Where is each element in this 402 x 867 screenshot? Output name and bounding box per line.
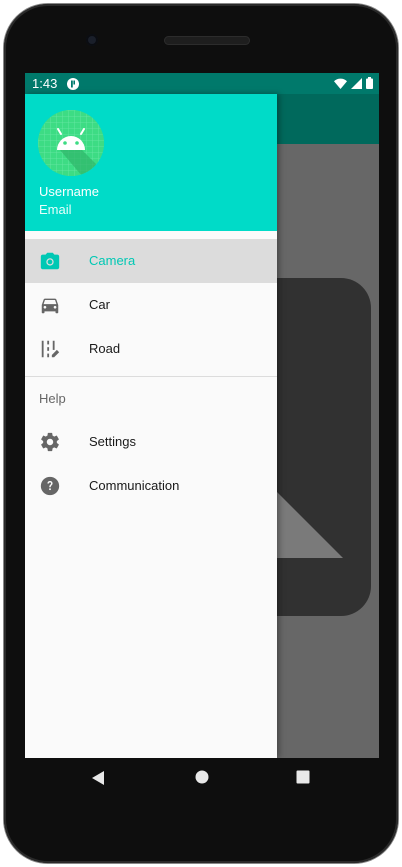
road-icon: [41, 340, 60, 358]
navigation-drawer: Username Email Camera Car Road Help Sett…: [25, 94, 277, 758]
battery-icon: [366, 77, 373, 89]
gear-icon: [41, 432, 59, 452]
status-indicators: [334, 77, 373, 89]
camera-icon: [40, 252, 60, 270]
menu-item-label: Car: [89, 297, 110, 312]
menu-item-communication[interactable]: Communication: [25, 464, 277, 508]
front-camera: [86, 34, 98, 46]
wifi-icon: [334, 78, 347, 89]
status-bar: 1:43: [25, 73, 379, 94]
signal-icon: [351, 77, 362, 89]
app-notification-icon: [67, 78, 79, 90]
device-screen: 1:43 Username Email Camera Car Road Help…: [25, 73, 379, 758]
car-icon: [41, 298, 59, 314]
menu-item-label: Road: [89, 341, 121, 356]
recents-icon[interactable]: [296, 770, 310, 784]
help-icon: [40, 476, 60, 496]
menu-item-car[interactable]: Car: [25, 283, 277, 327]
section-title-help: Help: [39, 391, 66, 406]
status-time: 1:43: [32, 76, 58, 91]
avatar[interactable]: [38, 110, 104, 176]
back-icon[interactable]: [91, 770, 105, 786]
header-username: Username: [39, 184, 99, 199]
menu-item-road[interactable]: Road: [25, 327, 277, 371]
android-logo-icon: [38, 110, 104, 176]
header-email: Email: [39, 202, 72, 217]
system-navigation-bar: [25, 758, 379, 798]
menu-item-label: Communication: [89, 478, 180, 493]
menu-item-camera[interactable]: Camera: [25, 239, 277, 283]
menu-divider: [25, 376, 277, 377]
menu-item-settings[interactable]: Settings: [25, 420, 277, 464]
home-icon[interactable]: [195, 770, 209, 784]
menu-item-label: Camera: [89, 253, 136, 268]
phone-frame: 1:43 Username Email Camera Car Road Help…: [4, 4, 398, 863]
menu-item-label: Settings: [89, 434, 136, 449]
drawer-header: Username Email: [25, 94, 277, 231]
earpiece-speaker: [164, 36, 250, 45]
